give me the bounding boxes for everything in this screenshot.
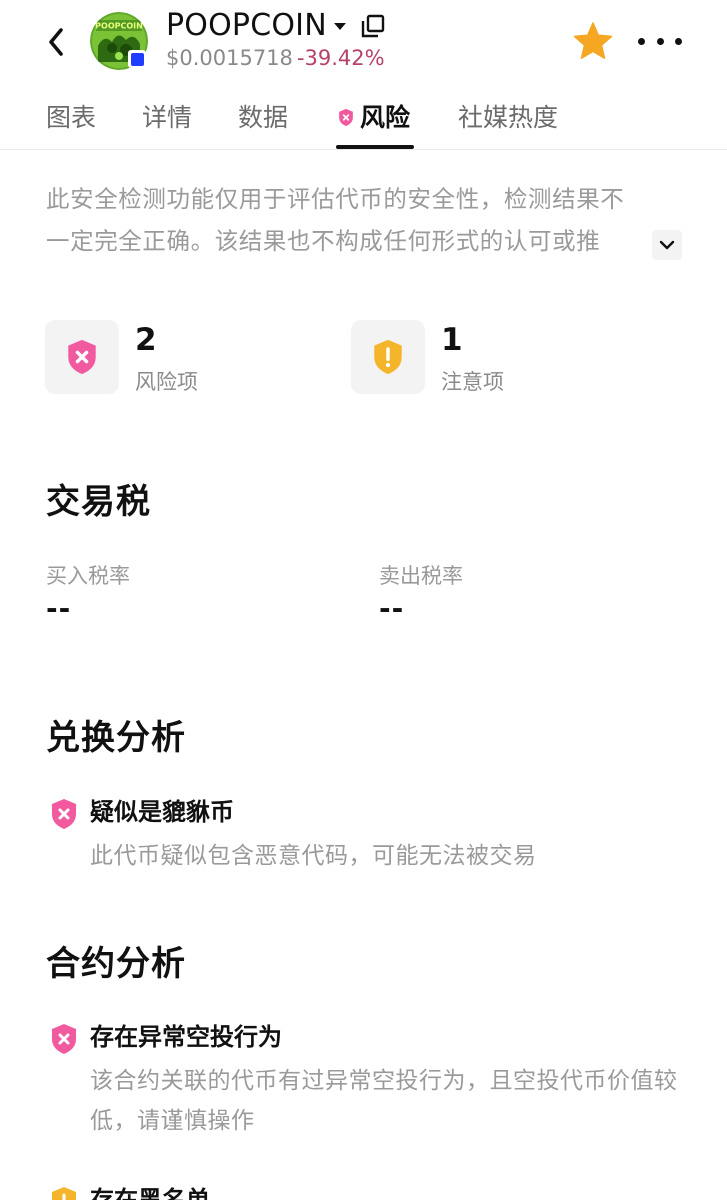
section-title-swap: 兑换分析 [46, 718, 186, 758]
tab-bar: 图表 详情 数据 风险 社媒热度 [0, 88, 727, 150]
price-change: -39.42% [296, 46, 385, 70]
risk-item-desc: 此代币疑似包含恶意代码，可能无法被交易 [90, 843, 537, 869]
caution-count: 1 [441, 322, 463, 358]
token-header: POOPCOIN POOPCOIN $0.0015718 -39.42% [0, 0, 727, 88]
coin-name: POOPCOIN [166, 8, 327, 43]
shield-x-icon [52, 799, 76, 829]
shield-x-icon [52, 1024, 76, 1054]
chevron-down-icon [659, 240, 675, 250]
sell-tax-label: 卖出税率 [379, 564, 463, 588]
caution-count-card: 1 注意项 [351, 320, 611, 396]
more-dot [675, 37, 682, 45]
risk-count-card: 2 风险项 [45, 320, 305, 396]
coin-dropdown-button[interactable] [332, 18, 348, 34]
buy-tax-value: -- [46, 592, 72, 625]
back-button[interactable] [38, 22, 74, 62]
more-dot [656, 37, 664, 45]
section-title-tax: 交易税 [46, 482, 151, 522]
tab-details[interactable]: 详情 [142, 98, 192, 150]
risk-item-title: 疑似是貔貅币 [90, 798, 234, 826]
tab-data[interactable]: 数据 [238, 98, 288, 150]
tab-social-heat[interactable]: 社媒热度 [458, 98, 558, 150]
disclaimer-line: 此安全检测功能仅用于评估代币的安全性，检测结果不 [46, 185, 625, 213]
section-title-contract: 合约分析 [46, 944, 186, 984]
copy-address-button[interactable] [360, 13, 386, 39]
more-dot [638, 37, 645, 45]
shield-x-icon [339, 108, 353, 126]
shield-x-icon [68, 339, 96, 375]
chevron-left-icon [49, 28, 63, 56]
copy-icon [361, 14, 385, 38]
risk-item-title: 存在黑名单 [90, 1186, 210, 1200]
expand-disclaimer-button[interactable] [652, 230, 682, 260]
security-disclaimer: 此安全检测功能仅用于评估代币的安全性，检测结果不 一定完全正确。该结果也不构成任… [46, 178, 686, 262]
price-row: $0.0015718 -39.42% [166, 46, 385, 70]
risk-icon-box [45, 320, 119, 394]
tab-risk-label: 风险 [360, 103, 411, 132]
favorite-button[interactable] [572, 20, 614, 62]
sell-tax-value: -- [379, 592, 405, 625]
tab-risk[interactable]: 风险 [338, 98, 410, 150]
caution-icon-box [351, 320, 425, 394]
risk-count: 2 [135, 322, 157, 358]
shield-alert-icon [374, 339, 402, 375]
risk-count-label: 风险项 [135, 370, 198, 394]
risk-item-airdrop: 存在异常空投行为 该合约关联的代币有过异常空投行为，且空投代币价值较低，请谨慎操… [46, 1017, 686, 1147]
disclaimer-line: 一定完全正确。该结果也不构成任何形式的认可或推 [46, 227, 601, 255]
risk-item-blacklist: 存在黑名单 [46, 1180, 686, 1200]
svg-text:POOPCOIN: POOPCOIN [95, 22, 143, 31]
caution-count-label: 注意项 [441, 370, 504, 394]
tab-chart[interactable]: 图表 [46, 98, 96, 150]
risk-item-honeypot: 疑似是貔貅币 此代币疑似包含恶意代码，可能无法被交易 [46, 792, 686, 882]
shield-alert-icon [52, 1187, 76, 1200]
chain-badge [128, 50, 146, 68]
risk-item-desc: 该合约关联的代币有过异常空投行为，且空投代币价值较低，请谨慎操作 [90, 1068, 678, 1134]
risk-item-title: 存在异常空投行为 [90, 1023, 282, 1051]
caret-down-icon [334, 23, 346, 30]
star-icon [573, 22, 613, 59]
more-options-button[interactable] [638, 26, 682, 56]
buy-tax-label: 买入税率 [46, 564, 130, 588]
active-tab-indicator [336, 145, 414, 149]
token-price: $0.0015718 [166, 46, 293, 70]
